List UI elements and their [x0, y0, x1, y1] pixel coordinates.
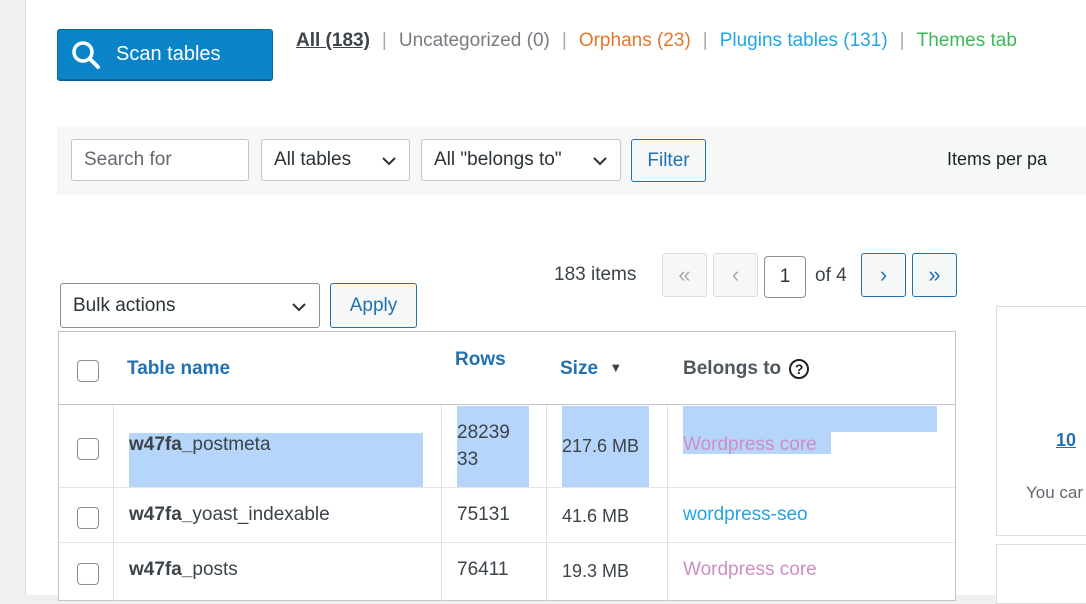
- side-panel-lower: [996, 544, 1086, 604]
- size-cell: 41.6 MB: [562, 506, 630, 526]
- rows-cell: 75131: [457, 504, 510, 525]
- apply-button-label: Apply: [349, 294, 398, 316]
- table-type-value: All tables: [274, 149, 352, 170]
- table-row: w47fa_posts 76411 19.3 MB Wordpress core: [59, 542, 955, 600]
- column-header-size[interactable]: Size ▼: [560, 358, 622, 380]
- filter-button[interactable]: Filter: [631, 139, 706, 182]
- filter-button-label: Filter: [647, 149, 690, 171]
- table-name-cell[interactable]: w47fa_posts: [129, 559, 238, 581]
- side-panel-link[interactable]: 10: [1056, 430, 1076, 451]
- table-prefix: w47fa_: [129, 434, 193, 455]
- table-name: yoast_indexable: [192, 504, 330, 525]
- rows-value-line: 28239: [457, 422, 510, 443]
- table-name: postmeta: [192, 434, 271, 455]
- rows-value-line: 33: [457, 449, 479, 470]
- select-all-checkbox[interactable]: [77, 360, 99, 382]
- next-page-button[interactable]: ›: [861, 253, 906, 297]
- filter-all-link[interactable]: All (183): [296, 30, 370, 52]
- column-header-rows[interactable]: Rows: [455, 349, 506, 371]
- filter-orphans-link[interactable]: Orphans (23): [579, 30, 691, 52]
- apply-button[interactable]: Apply: [330, 283, 417, 328]
- filter-separator: |: [561, 30, 567, 51]
- belongs-to-select[interactable]: All "belongs to": [421, 139, 621, 181]
- table-row: w47fa_postmeta 28239 33 217.6 MB Wordpre…: [59, 404, 955, 488]
- table-prefix: w47fa_: [129, 559, 193, 580]
- size-cell: 19.3 MB: [562, 561, 630, 581]
- row-checkbox[interactable]: [77, 507, 99, 529]
- chevron-down-icon: [292, 303, 306, 312]
- column-header-table-name[interactable]: Table name: [127, 358, 230, 380]
- filter-uncategorized-link[interactable]: Uncategorized (0): [399, 30, 550, 52]
- bulk-actions-select[interactable]: Bulk actions: [60, 283, 320, 328]
- last-page-button[interactable]: »: [912, 253, 957, 297]
- row-checkbox[interactable]: [77, 438, 99, 460]
- table-prefix: w47fa_: [129, 504, 193, 525]
- filter-separator: |: [381, 30, 387, 51]
- admin-sidebar-edge: [0, 0, 26, 595]
- column-header-belongs-label: Belongs to: [683, 358, 782, 379]
- text-selection-highlight: [683, 406, 937, 432]
- category-filters: All (183) | Uncategorized (0) | Orphans …: [296, 30, 1017, 52]
- table-type-select[interactable]: All tables: [261, 139, 410, 181]
- items-per-page-label: Items per pa: [947, 149, 1048, 169]
- current-page-input[interactable]: [764, 256, 806, 298]
- belongs-to-cell[interactable]: Wordpress core: [683, 434, 817, 456]
- belongs-to-cell[interactable]: Wordpress core: [683, 559, 817, 581]
- side-panel-text: You car: [1026, 483, 1084, 502]
- tables-list: Table name Rows Size ▼ Belongs to ? w47f…: [58, 331, 956, 602]
- help-icon[interactable]: ?: [789, 359, 810, 379]
- table-name-cell[interactable]: w47fa_yoast_indexable: [129, 504, 330, 526]
- rows-cell: 76411: [457, 559, 509, 580]
- row-checkbox[interactable]: [77, 563, 99, 585]
- total-pages: of 4: [815, 265, 847, 286]
- column-header-size-label: Size: [560, 358, 599, 379]
- sort-desc-icon: ▼: [609, 360, 623, 375]
- rows-cell: 28239 33: [457, 419, 510, 473]
- table-header: Table name Rows Size ▼ Belongs to ?: [59, 332, 955, 405]
- column-header-belongs-to: Belongs to ?: [683, 358, 810, 380]
- filter-separator: |: [899, 30, 905, 51]
- chevron-down-icon: [382, 157, 396, 166]
- items-count: 183 items: [554, 264, 637, 285]
- search-input[interactable]: [71, 139, 249, 181]
- table-name-cell[interactable]: w47fa_postmeta: [129, 434, 271, 456]
- filter-separator: |: [702, 30, 708, 51]
- scan-tables-button[interactable]: Scan tables: [57, 29, 273, 80]
- belongs-to-cell[interactable]: wordpress-seo: [683, 504, 808, 526]
- prev-page-button: ‹: [713, 253, 758, 297]
- chevron-down-icon: [593, 157, 607, 166]
- first-page-button: «: [662, 253, 707, 297]
- table-row: w47fa_yoast_indexable 75131 41.6 MB word…: [59, 487, 955, 543]
- filter-themes-link[interactable]: Themes tab: [917, 30, 1017, 52]
- belongs-to-value: All "belongs to": [434, 149, 562, 170]
- table-name: posts: [192, 559, 238, 580]
- size-cell: 217.6 MB: [562, 436, 640, 456]
- filter-plugins-link[interactable]: Plugins tables (131): [720, 30, 888, 52]
- scan-tables-label: Scan tables: [116, 43, 221, 65]
- search-icon: [72, 40, 100, 69]
- bulk-actions-value: Bulk actions: [73, 294, 176, 316]
